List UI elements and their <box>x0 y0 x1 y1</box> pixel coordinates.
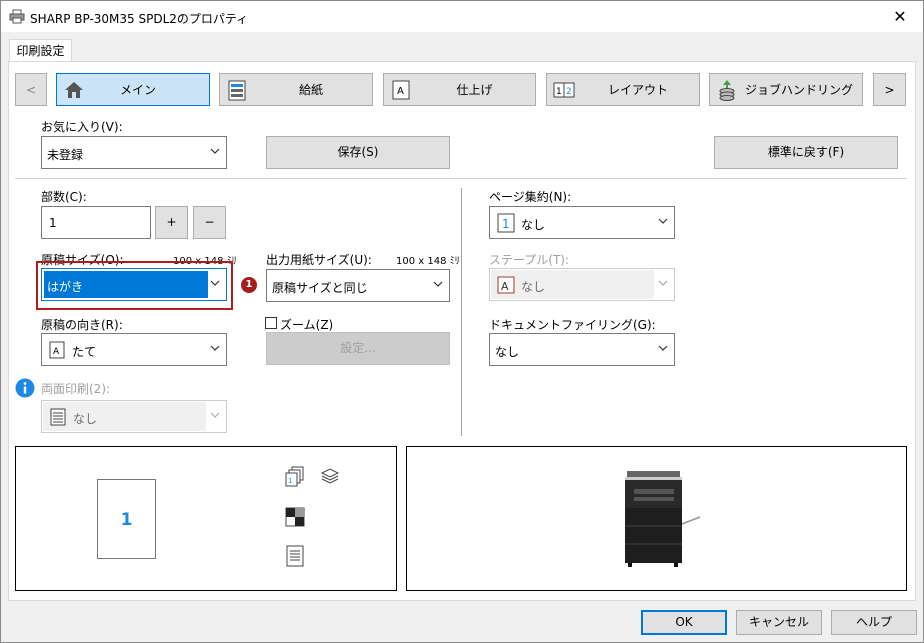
nav-next-label: > <box>884 82 895 97</box>
zoom-checkbox[interactable] <box>265 317 277 329</box>
page-number: 1 <box>120 510 133 530</box>
portrait-a-icon: A <box>49 341 65 359</box>
nup-label: ページ集約(N): <box>489 190 572 204</box>
tab-main-label: メイン <box>119 83 156 97</box>
staple-page-icon: A <box>497 276 515 294</box>
output-size-value: 原稿サイズと同じ <box>272 281 368 295</box>
nup-value: なし <box>521 218 546 232</box>
duplex-label: 両面印刷(2): <box>41 382 111 396</box>
tab-layout-label: レイアウト <box>607 83 668 97</box>
tab-print-settings[interactable]: 印刷設定 <box>9 39 72 62</box>
tab-paper-label: 給紙 <box>298 83 323 97</box>
help-button[interactable]: ヘルプ <box>831 610 917 635</box>
document-preview: 1 1 <box>15 446 397 591</box>
tab-job-handling[interactable]: ジョブハンドリング <box>709 73 863 106</box>
column-divider <box>461 188 462 436</box>
chevron-down-icon <box>658 280 668 286</box>
title-bar: SHARP BP-30M35 SPDL2のプロパティ ✕ <box>1 1 923 32</box>
simplex-page-icon <box>50 408 66 426</box>
window-title: SHARP BP-30M35 SPDL2のプロパティ <box>30 12 249 26</box>
chevron-down-icon <box>433 281 443 287</box>
duplex-select[interactable]: なし <box>41 400 227 433</box>
zoom-settings-button[interactable]: 設定... <box>266 332 450 365</box>
filing-value: なし <box>495 345 520 359</box>
tab-finishing[interactable]: A 仕上げ <box>383 73 536 106</box>
nup-select[interactable]: 1 なし <box>489 206 675 239</box>
copies-decrement-button[interactable]: − <box>193 206 226 239</box>
printer-device-icon <box>625 471 701 567</box>
svg-text:1: 1 <box>288 477 292 485</box>
nav-prev-button[interactable]: < <box>15 73 47 106</box>
close-button[interactable]: ✕ <box>877 1 923 32</box>
copies-increment-button[interactable]: + <box>155 206 188 239</box>
original-size-select[interactable]: はがき <box>41 268 227 301</box>
reset-defaults-button[interactable]: 標準に戻す(F) <box>714 136 898 169</box>
orientation-value: たて <box>72 345 97 359</box>
tab-layout[interactable]: 1 2 レイアウト <box>546 73 700 106</box>
color-mode-icon <box>285 507 305 527</box>
duplex-value: なし <box>73 412 98 426</box>
nav-next-button[interactable]: > <box>873 73 906 106</box>
step-badge: 1 <box>241 277 257 293</box>
original-size-value: はがき <box>47 280 84 294</box>
tab-finishing-label: 仕上げ <box>456 83 493 97</box>
page-preview: 1 <box>97 479 156 559</box>
ok-button[interactable]: OK <box>641 610 727 635</box>
tab-job-handling-label: ジョブハンドリング <box>744 83 853 97</box>
save-button[interactable]: 保存(S) <box>266 136 450 169</box>
svg-text:1: 1 <box>502 217 510 231</box>
chevron-down-icon <box>210 148 220 154</box>
output-size-select[interactable]: 原稿サイズと同じ <box>266 269 450 302</box>
staple-label: ステープル(T): <box>489 253 570 267</box>
printer-preview <box>406 446 907 591</box>
properties-window: SHARP BP-30M35 SPDL2のプロパティ ✕ 印刷設定 < メイン … <box>0 0 924 643</box>
orientation-select[interactable]: A たて <box>41 333 227 366</box>
disabled-fill <box>43 402 206 431</box>
output-size-label: 出力用紙サイズ(U): <box>266 253 372 267</box>
tab-main[interactable]: メイン <box>56 73 210 106</box>
orientation-label: 原稿の向き(R): <box>41 318 123 332</box>
copies-input[interactable]: 1 <box>41 206 151 239</box>
info-icon <box>15 378 35 398</box>
svg-text:A: A <box>53 347 60 357</box>
collate-icon: 1 <box>285 466 304 487</box>
tab-paper[interactable]: 給紙 <box>219 73 373 106</box>
staple-select[interactable]: A なし <box>489 268 675 301</box>
cancel-button[interactable]: キャンセル <box>736 610 822 635</box>
stack-icon <box>320 468 340 484</box>
favorites-select[interactable]: 未登録 <box>41 136 227 169</box>
zoom-label: ズーム(Z) <box>280 318 334 332</box>
nav-prev-label: < <box>25 82 37 97</box>
print-page-icon <box>286 545 304 567</box>
chevron-down-icon <box>658 345 668 351</box>
staple-value: なし <box>521 280 546 294</box>
filing-select[interactable]: なし <box>489 333 675 366</box>
filing-label: ドキュメントファイリング(G): <box>489 318 656 332</box>
page-one-icon: 1 <box>497 213 515 233</box>
chevron-down-icon <box>210 345 220 351</box>
divider <box>15 178 907 179</box>
printer-icon <box>9 9 25 24</box>
chevron-down-icon <box>658 218 668 224</box>
copies-label: 部数(C): <box>41 190 87 204</box>
favorites-value: 未登録 <box>47 148 84 162</box>
output-size-dims: 100 x 148 ﾐﾘ <box>396 256 460 267</box>
svg-text:A: A <box>501 280 509 293</box>
chevron-down-icon <box>210 412 220 418</box>
disabled-fill <box>491 270 654 299</box>
favorites-label: お気に入り(V): <box>41 120 123 134</box>
chevron-down-icon <box>210 280 220 286</box>
copies-value: 1 <box>49 216 57 230</box>
